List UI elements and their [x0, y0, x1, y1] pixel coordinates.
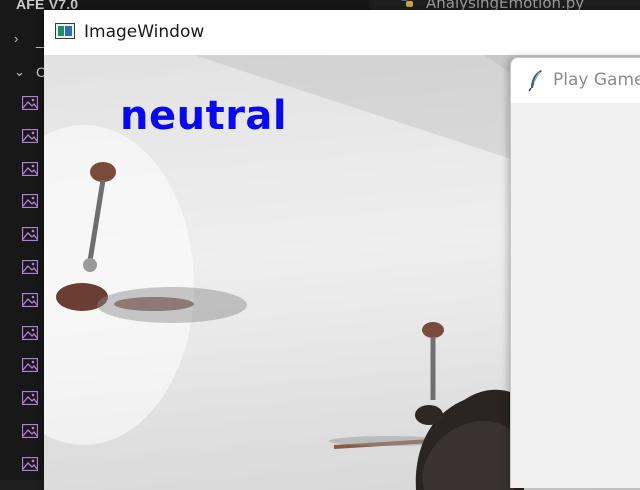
image-file-icon[interactable] [22, 96, 38, 110]
python-icon [401, 0, 413, 7]
image-file-icon[interactable] [22, 358, 38, 373]
opencv-window-icon [55, 23, 75, 39]
image-file-icon[interactable] [22, 128, 38, 143]
image-file-icon[interactable] [22, 325, 38, 340]
play-game-titlebar[interactable]: Play Game [511, 58, 640, 103]
emotion-label: neutral [120, 93, 288, 139]
image-file-icon[interactable] [22, 161, 38, 176]
chevron-right-icon[interactable]: › [14, 32, 26, 45]
chevron-down-icon[interactable]: ⌄ [14, 65, 26, 78]
image-file-icon[interactable] [22, 260, 38, 274]
folder-label[interactable]: _ [36, 32, 44, 48]
image-file-icon[interactable] [22, 424, 38, 438]
image-file-icon[interactable] [22, 194, 38, 209]
image-file-icon[interactable] [22, 227, 38, 242]
image-file-icon[interactable] [22, 292, 38, 307]
play-game-window[interactable]: Play Game [510, 57, 640, 488]
image-window-titlebar[interactable]: ImageWindow [44, 10, 640, 55]
editor-tab[interactable]: AnalysingEmotion.py [370, 0, 640, 12]
image-window-title: ImageWindow [84, 22, 205, 42]
play-game-title: Play Game [553, 70, 640, 90]
image-file-icon[interactable] [22, 456, 38, 471]
image-file-icon[interactable] [22, 391, 38, 406]
feather-icon [528, 70, 542, 92]
